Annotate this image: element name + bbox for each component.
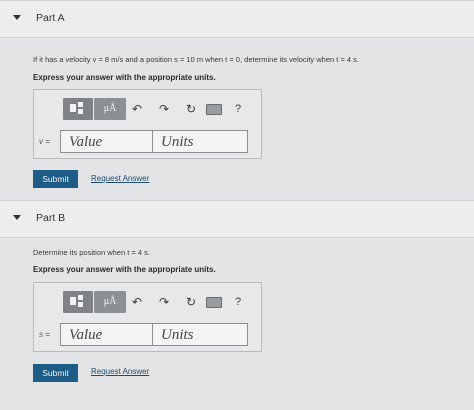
units-input[interactable]: Units xyxy=(152,130,248,153)
part-b-question: Determine its position when t = 4 s. xyxy=(33,248,150,257)
variable-label: v = xyxy=(39,137,50,146)
template-icon xyxy=(70,104,76,112)
value-input[interactable]: Value xyxy=(60,130,152,153)
template-icon-part xyxy=(78,302,83,307)
template-icon-part xyxy=(78,109,83,114)
part-b-header[interactable]: Part B xyxy=(0,200,474,238)
part-a-header[interactable]: Part A xyxy=(0,0,474,38)
keyboard-icon[interactable] xyxy=(206,297,222,308)
collapse-caret-icon[interactable] xyxy=(13,215,21,220)
undo-icon[interactable]: ↶ xyxy=(130,100,144,118)
request-answer-link[interactable]: Request Answer xyxy=(91,174,149,183)
template-icon-part xyxy=(78,102,83,107)
template-icon xyxy=(70,297,76,305)
part-b-title: Part B xyxy=(36,212,66,224)
symbols-button[interactable]: μÅ xyxy=(94,98,126,120)
symbols-button[interactable]: μÅ xyxy=(94,291,126,313)
templates-button[interactable] xyxy=(63,291,93,313)
reset-icon[interactable]: ↻ xyxy=(184,100,198,118)
undo-icon[interactable]: ↶ xyxy=(130,293,144,311)
math-toolbar: μÅ ↶ ↷ ↻ ? xyxy=(63,98,243,120)
collapse-caret-icon[interactable] xyxy=(13,15,21,20)
submit-button[interactable]: Submit xyxy=(33,364,78,382)
submit-button[interactable]: Submit xyxy=(33,170,78,188)
help-button[interactable]: ? xyxy=(231,100,245,118)
template-icon-part xyxy=(78,295,83,300)
variable-label: s = xyxy=(39,330,50,339)
value-input[interactable]: Value xyxy=(60,323,152,346)
keyboard-icon[interactable] xyxy=(206,104,222,115)
help-button[interactable]: ? xyxy=(231,293,245,311)
redo-icon[interactable]: ↷ xyxy=(157,100,171,118)
part-a-answer-panel: μÅ ↶ ↷ ↻ ? v = Value Units xyxy=(33,89,262,159)
units-input[interactable]: Units xyxy=(152,323,248,346)
request-answer-link[interactable]: Request Answer xyxy=(91,367,149,376)
part-b-answer-panel: μÅ ↶ ↷ ↻ ? s = Value Units xyxy=(33,282,262,352)
redo-icon[interactable]: ↷ xyxy=(157,293,171,311)
templates-button[interactable] xyxy=(63,98,93,120)
page: Part A If it has a velocity v = 8 m/s an… xyxy=(0,0,474,410)
math-toolbar: μÅ ↶ ↷ ↻ ? xyxy=(63,291,243,313)
reset-icon[interactable]: ↻ xyxy=(184,293,198,311)
part-a-title: Part A xyxy=(36,12,65,24)
part-a-instructions: Express your answer with the appropriate… xyxy=(33,73,216,82)
part-a-question: If it has a velocity v = 8 m/s and a pos… xyxy=(33,55,359,64)
part-b-instructions: Express your answer with the appropriate… xyxy=(33,265,216,274)
